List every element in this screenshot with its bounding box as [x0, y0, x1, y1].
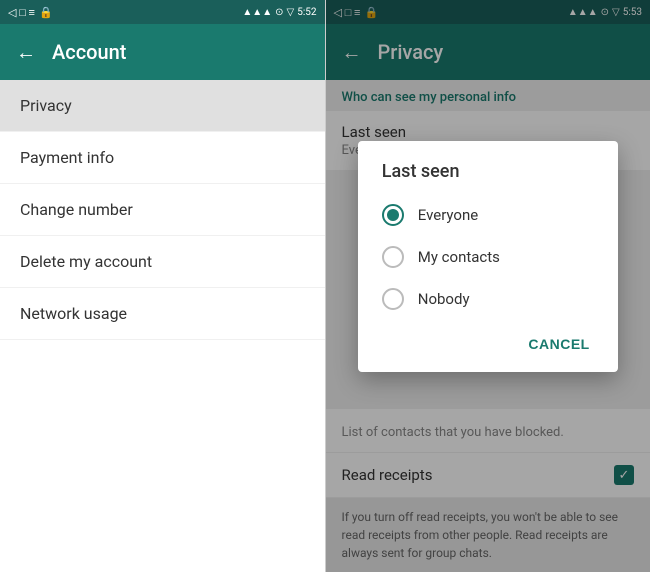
menu-item-change-number[interactable]: Change number	[0, 184, 325, 236]
nav-icons: ◁ □ ≡	[8, 6, 35, 19]
radio-nobody[interactable]: Nobody	[358, 278, 618, 320]
account-back-button[interactable]: ←	[16, 40, 36, 65]
wifi-icon: ▽	[287, 7, 295, 18]
dialog-title: Last seen	[358, 141, 618, 194]
account-menu-list: Privacy Payment info Change number Delet…	[0, 80, 325, 572]
menu-item-payment[interactable]: Payment info	[0, 132, 325, 184]
left-status-bar: ◁ □ ≡ 🔒 ▲▲▲ ⊙ ▽ 5:52	[0, 0, 325, 24]
account-title: Account	[52, 40, 126, 64]
radio-everyone-circle	[382, 204, 404, 226]
last-seen-dialog: Last seen Everyone My contacts Nobody CA…	[358, 141, 618, 372]
dialog-overlay: Last seen Everyone My contacts Nobody CA…	[326, 0, 650, 572]
lock-icon: 🔒	[39, 6, 53, 19]
menu-item-privacy[interactable]: Privacy	[0, 80, 325, 132]
menu-item-network[interactable]: Network usage	[0, 288, 325, 340]
radio-everyone-label: Everyone	[418, 206, 478, 224]
left-status-icons: ◁ □ ≡ 🔒	[8, 6, 53, 19]
menu-item-delete-account[interactable]: Delete my account	[0, 236, 325, 288]
radio-everyone[interactable]: Everyone	[358, 194, 618, 236]
account-panel: ◁ □ ≡ 🔒 ▲▲▲ ⊙ ▽ 5:52 ← Account Privacy P…	[0, 0, 325, 572]
radio-nobody-circle	[382, 288, 404, 310]
radio-my-contacts[interactable]: My contacts	[358, 236, 618, 278]
radio-nobody-label: Nobody	[418, 290, 470, 308]
network-label: 5:52	[297, 7, 316, 18]
left-status-right: ▲▲▲ ⊙ ▽ 5:52	[242, 7, 316, 18]
clock-icon: ⊙	[275, 7, 283, 18]
radio-my-contacts-circle	[382, 246, 404, 268]
privacy-panel: ◁ □ ≡ 🔒 ▲▲▲ ⊙ ▽ 5:53 ← Privacy Who can s…	[325, 0, 650, 572]
dialog-actions: CANCEL	[358, 320, 618, 372]
dialog-cancel-button[interactable]: CANCEL	[516, 328, 601, 360]
account-top-bar: ← Account	[0, 24, 325, 80]
signal-icon: ▲▲▲	[242, 7, 272, 18]
radio-my-contacts-label: My contacts	[418, 248, 500, 266]
